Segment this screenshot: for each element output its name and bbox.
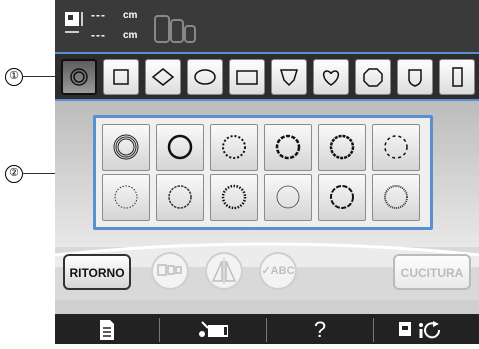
stitch-candle-button[interactable] — [210, 174, 258, 221]
width-unit: cm — [123, 30, 138, 41]
callout-1-line — [22, 76, 55, 77]
stitch-dotted-button[interactable] — [210, 124, 258, 171]
abc-button[interactable]: ✓ABC — [259, 252, 297, 290]
settings-icon[interactable] — [374, 316, 479, 344]
size-icon — [65, 12, 83, 33]
shape-octagon-button[interactable] — [355, 59, 391, 95]
height-unit: cm — [123, 10, 138, 21]
shape-badge-button[interactable] — [397, 59, 433, 95]
shape-heart-button[interactable] — [313, 59, 349, 95]
back-button[interactable]: RITORNO — [63, 254, 131, 290]
width-value: --- — [91, 28, 106, 42]
arrange-button[interactable] — [151, 252, 189, 290]
stitch-dashed-button[interactable] — [372, 124, 420, 171]
shape-shield-button[interactable] — [271, 59, 307, 95]
shape-circle-double-button[interactable] — [61, 59, 97, 95]
mirror-button[interactable] — [205, 252, 243, 290]
hoop-size-icon — [154, 15, 196, 43]
size-info-bar: --- cm --- cm — [55, 0, 479, 52]
callout-2: ② — [5, 165, 23, 183]
height-value: --- — [91, 8, 106, 22]
status-bar: ? — [55, 314, 479, 344]
abc-label: ✓ABC — [261, 265, 295, 277]
stitch-type-panel — [93, 115, 433, 230]
help-button[interactable]: ? — [267, 316, 373, 344]
stitch-satin-dot-button[interactable] — [264, 124, 312, 171]
stitch-scallop-button[interactable] — [102, 174, 150, 221]
shape-diamond-button[interactable] — [145, 59, 181, 95]
stitch-area — [55, 101, 479, 247]
stitch-wave-button[interactable] — [156, 174, 204, 221]
callout-1: ① — [5, 68, 23, 86]
stitch-bold-button[interactable] — [156, 124, 204, 171]
sew-button[interactable]: CUCITURA — [393, 254, 471, 290]
page-icon[interactable] — [55, 316, 159, 344]
shape-selector-row — [55, 52, 479, 101]
stitch-cross-button[interactable] — [318, 174, 366, 221]
screen: --- cm --- cm RITORNO ✓ABC CUCITURA ? — [55, 0, 479, 344]
stitch-zigzag-button[interactable] — [318, 124, 366, 171]
stitch-thin-button[interactable] — [264, 174, 312, 221]
shape-square-button[interactable] — [103, 59, 139, 95]
stitch-fine-dot-button[interactable] — [372, 174, 420, 221]
machine-setup-icon[interactable] — [160, 316, 266, 344]
shape-rectangle-button[interactable] — [229, 59, 265, 95]
shape-ellipse-button[interactable] — [187, 59, 223, 95]
shape-tall-rectangle-button[interactable] — [439, 59, 475, 95]
stitch-triple-button[interactable] — [102, 124, 150, 171]
